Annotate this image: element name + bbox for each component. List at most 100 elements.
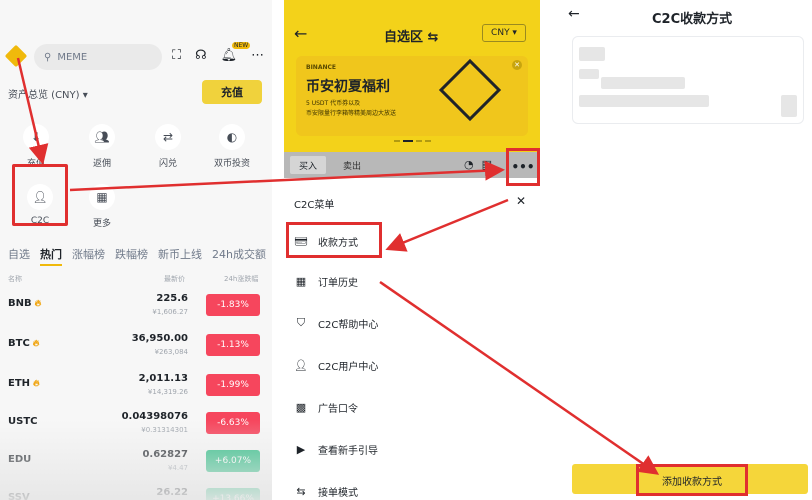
row-fiat-price: ¥0.31314301 (141, 426, 188, 434)
assets-overview-label[interactable]: 资产总览 (CNY) ▾ (8, 86, 88, 101)
col-header-change: 24h涨跌幅 (224, 275, 259, 283)
add-payment-method-button[interactable]: 添加收款方式 (636, 464, 748, 496)
row-symbol: USTC (8, 416, 38, 427)
bell-icon[interactable]: 🔔︎ (221, 48, 238, 63)
quick-action-dual-investment[interactable]: ◐ 双币投资 (204, 124, 260, 169)
table-row[interactable]: SSV 26.22 +13.66% (0, 484, 272, 500)
banner-line: 5 USDT 代币券以及 (306, 100, 361, 107)
blurred-content (579, 95, 709, 107)
page-title: C2C收款方式 (652, 12, 733, 27)
market-tabs: 自选 热门 涨幅榜 跌幅榜 新币上线 24h成交额 市 (8, 246, 272, 266)
banner-title: 币安初夏福利 (306, 79, 390, 95)
new-badge: NEW (232, 42, 251, 49)
trade-bar: 买入 卖出 ◔ ▤ (284, 152, 540, 178)
search-input[interactable]: ⚲ MEME (34, 44, 162, 70)
menu-item-user-center[interactable]: 👤︎ C2C用户中心 (292, 350, 522, 380)
tab-hot[interactable]: 热门 (40, 246, 62, 266)
fire-icon: 🔥︎ (34, 299, 42, 309)
row-price: 0.04398076 (121, 411, 188, 422)
play-icon: ▶ (296, 442, 306, 456)
col-header-price: 最新价 (164, 275, 185, 283)
row-change-badge: -1.83% (206, 294, 260, 316)
row-change-badge: +13.66% (206, 488, 260, 500)
table-row[interactable]: USTC 0.04398076 ¥0.31314301 -6.63% (0, 408, 272, 446)
table-row[interactable]: EDU 0.62827 ¥4.47 +6.07% (0, 446, 272, 484)
row-symbol: EDU (8, 454, 32, 465)
back-arrow-icon[interactable]: ← (568, 6, 580, 22)
tab-new-listings[interactable]: 新币上线 (158, 246, 202, 266)
fire-icon: 🔥︎ (33, 379, 40, 389)
convert-icon: ⇄ (155, 124, 181, 150)
search-icon: ⚲ (44, 51, 52, 63)
payment-highlight-box (286, 222, 382, 258)
building-icon: ▦ (295, 274, 307, 288)
page-title[interactable]: 自选区 ⇆ (384, 26, 438, 45)
blurred-content (579, 47, 605, 61)
table-row[interactable]: BNB 🔥︎ 225.6 ¥1,606.27 -1.83% (0, 290, 272, 328)
qr-code-icon: ▩ (295, 400, 307, 414)
row-change-badge: +6.07% (206, 450, 260, 472)
payment-methods-screen: ← C2C收款方式 添加收款方式 (556, 0, 812, 500)
sheet-title: C2C菜单 (294, 200, 335, 211)
deposit-icon: ⬇ (23, 124, 49, 150)
watchlist-header: ← 自选区 ⇆ CNY ▾ BINANCE 币安初夏福利 5 USDT 代币券以… (284, 0, 540, 178)
sell-tab[interactable]: 卖出 (334, 156, 370, 174)
tab-favorites[interactable]: 自选 (8, 246, 30, 266)
more-icon[interactable]: ⋯ (251, 48, 264, 63)
menu-item-ad-code[interactable]: ▩ 广告口令 (292, 392, 522, 422)
table-row[interactable]: ETH 🔥︎ 2,011.13 ¥14,319.26 -1.99% (0, 370, 272, 408)
row-fiat-price: ¥263,084 (154, 348, 188, 356)
row-symbol: SSV (8, 492, 30, 500)
gift-box-icon (438, 58, 502, 122)
close-icon[interactable]: ✕ (516, 194, 526, 208)
switch-icon: ⇆ (296, 484, 306, 498)
blurred-content (579, 69, 599, 79)
filter-icon[interactable]: ◔ (464, 158, 474, 171)
more-menu-button[interactable]: ••• (506, 148, 540, 186)
grid-icon: ▦ (89, 184, 115, 210)
menu-item-order-history[interactable]: ▦ 订单历史 (292, 266, 522, 296)
payment-method-card[interactable] (572, 36, 804, 124)
c2c-menu-screen: ← 自选区 ⇆ CNY ▾ BINANCE 币安初夏福利 5 USDT 代币券以… (284, 0, 540, 500)
search-placeholder: MEME (57, 51, 88, 63)
currency-select[interactable]: CNY ▾ (482, 24, 526, 42)
orders-icon[interactable]: ▤ (482, 158, 492, 171)
menu-item-help-center[interactable]: ⛉ C2C帮助中心 (292, 308, 522, 338)
fire-icon: 🔥︎ (32, 339, 40, 349)
tab-gainers[interactable]: 涨幅榜 (72, 246, 105, 266)
row-price: 2,011.13 (138, 373, 188, 384)
row-fiat-price: ¥14,319.26 (147, 388, 188, 396)
tab-losers[interactable]: 跌幅榜 (115, 246, 148, 266)
c2c-highlight-box (12, 164, 68, 226)
row-fiat-price: ¥1,606.27 (152, 308, 188, 316)
blurred-content (601, 77, 685, 89)
row-price: 36,950.00 (131, 333, 188, 344)
help-icon: ⛉ (296, 316, 306, 329)
referral-icon: 👥︎ (89, 124, 115, 150)
row-change-badge: -6.63% (206, 412, 260, 434)
row-change-badge: -1.13% (206, 334, 260, 356)
quick-action-recharge[interactable]: ⬇ 充值 (8, 124, 64, 169)
tab-24h-volume[interactable]: 24h成交额 (212, 246, 266, 266)
binance-logo-icon[interactable] (4, 44, 28, 68)
row-price: 26.22 (156, 487, 188, 498)
menu-item-order-mode[interactable]: ⇆ 接单模式 (292, 476, 522, 500)
row-price: 225.6 (156, 293, 188, 304)
menu-item-beginner-guide[interactable]: ▶ 查看新手引导 (292, 434, 522, 464)
close-icon[interactable]: ✕ (512, 60, 522, 70)
row-price: 0.62827 (142, 449, 188, 460)
recharge-button[interactable]: 充值 (202, 80, 262, 104)
quick-action-convert[interactable]: ⇄ 闪兑 (140, 124, 196, 169)
back-arrow-icon[interactable]: ← (294, 24, 307, 43)
buy-tab[interactable]: 买入 (290, 156, 326, 174)
quick-action-more[interactable]: ▦ 更多 (74, 184, 130, 229)
blurred-content (781, 95, 797, 117)
row-symbol: BNB (8, 298, 32, 309)
scan-icon[interactable]: ⛶ (172, 48, 181, 63)
promo-banner[interactable]: BINANCE 币安初夏福利 5 USDT 代币券以及 币安限量行李箱等精美周边… (296, 56, 528, 136)
quick-action-referral[interactable]: 👥︎ 返佣 (74, 124, 130, 169)
carousel-dots (394, 140, 431, 142)
headset-icon[interactable]: ☊ (195, 48, 207, 63)
row-fiat-price: ¥4.47 (167, 464, 188, 472)
table-row[interactable]: BTC 🔥︎ 36,950.00 ¥263,084 -1.13% (0, 330, 272, 368)
